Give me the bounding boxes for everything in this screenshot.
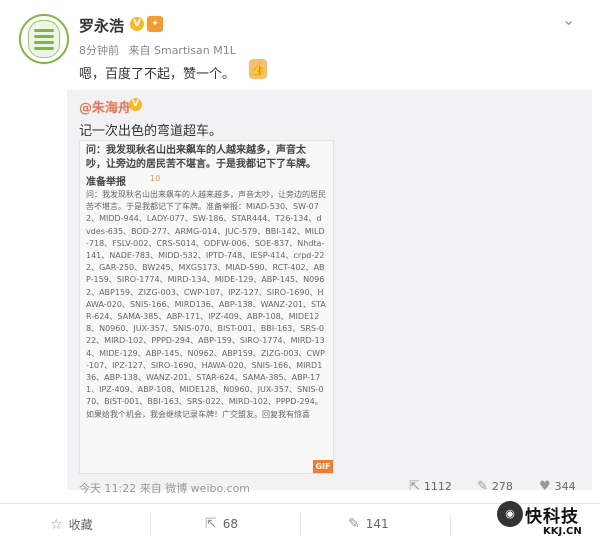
comment-button[interactable]: ✎ 141 — [348, 516, 389, 532]
star-icon: ☆ — [50, 516, 63, 533]
verified-badge-icon: V — [129, 98, 142, 111]
post-meta: 8分钟前 来自 Smartisan M1L — [79, 42, 242, 58]
watermark-title: 快科技 — [525, 507, 579, 527]
comment-icon: ✎ — [348, 516, 360, 532]
repost-like-action[interactable]: ♥ 344 — [539, 479, 576, 494]
gif-badge: GIF — [313, 460, 333, 473]
screenshot-count: 10 — [150, 174, 161, 183]
avatar-graphic — [28, 20, 60, 58]
author-avatar[interactable] — [19, 14, 69, 64]
author-name[interactable]: 罗永浩 — [79, 15, 124, 36]
repost-block: @朱海舟 V 记一次出色的弯道超车。 问：我发现秋名山出来飙车的人越来越多，声音… — [67, 90, 592, 495]
repost-like-count: 344 — [554, 480, 576, 493]
repost-text: 记一次出色的弯道超车。 — [79, 124, 223, 139]
repost-timestamp[interactable]: 今天 11:22 来自 微博 weibo.com — [79, 480, 250, 496]
screenshot-body: 问：我发现秋名山出来飙车的人越来越多，声音太吵，让旁边的居民苦不堪言。于是我都记… — [86, 190, 326, 419]
medal-badge-icon: ✦ — [147, 16, 163, 32]
repost-share-count: 1112 — [423, 480, 452, 493]
comment-icon: ✎ — [477, 479, 488, 494]
favorite-label: 收藏 — [68, 518, 93, 532]
divider — [300, 514, 301, 536]
share-count: 68 — [222, 517, 239, 531]
post-time[interactable]: 8分钟前 — [79, 44, 119, 57]
weibo-post-card: 罗永浩 V ✦ ⌄ 8分钟前 来自 Smartisan M1L 嗯，百度了不起，… — [0, 0, 600, 547]
share-button[interactable]: ⇱ 68 — [205, 516, 238, 532]
chevron-down-icon[interactable]: ⌄ — [562, 10, 575, 29]
like-icon: ♥ — [539, 479, 551, 494]
verified-badge-icon: V — [130, 17, 144, 31]
watermark-logo-icon: ◉ — [497, 501, 523, 527]
repost-share-action[interactable]: ⇱ 1112 — [409, 479, 452, 494]
post-text: 嗯，百度了不起，赞一个。 — [79, 67, 236, 82]
repost-comment-count: 278 — [491, 480, 513, 493]
screenshot-tag: 准备举报 — [86, 177, 126, 188]
thumbs-up-emoji-icon: 👍 — [249, 59, 267, 79]
repost-author[interactable]: @朱海舟 — [79, 97, 131, 116]
favorite-button[interactable]: ☆ 收藏 — [50, 516, 93, 533]
divider — [450, 514, 451, 536]
comment-count: 141 — [365, 517, 389, 531]
attached-gif-image[interactable]: 问：我发现秋名山出来飙车的人越来越多，声音太吵，让旁边的居民苦不堪言。于是我都记… — [79, 140, 334, 474]
kkj-watermark: ◉ 快科技 KKJ.CN — [497, 497, 600, 546]
post-source: 来自 Smartisan M1L — [128, 44, 236, 57]
share-icon: ⇱ — [205, 516, 217, 532]
divider — [150, 514, 151, 536]
watermark-subtitle: KKJ.CN — [543, 526, 582, 537]
repost-comment-action[interactable]: ✎ 278 — [477, 479, 513, 494]
share-icon: ⇱ — [409, 479, 420, 494]
screenshot-question: 问：我发现秋名山出来飙车的人越来越多，声音太吵，让旁边的居民苦不堪言。于是我都记… — [86, 145, 316, 170]
